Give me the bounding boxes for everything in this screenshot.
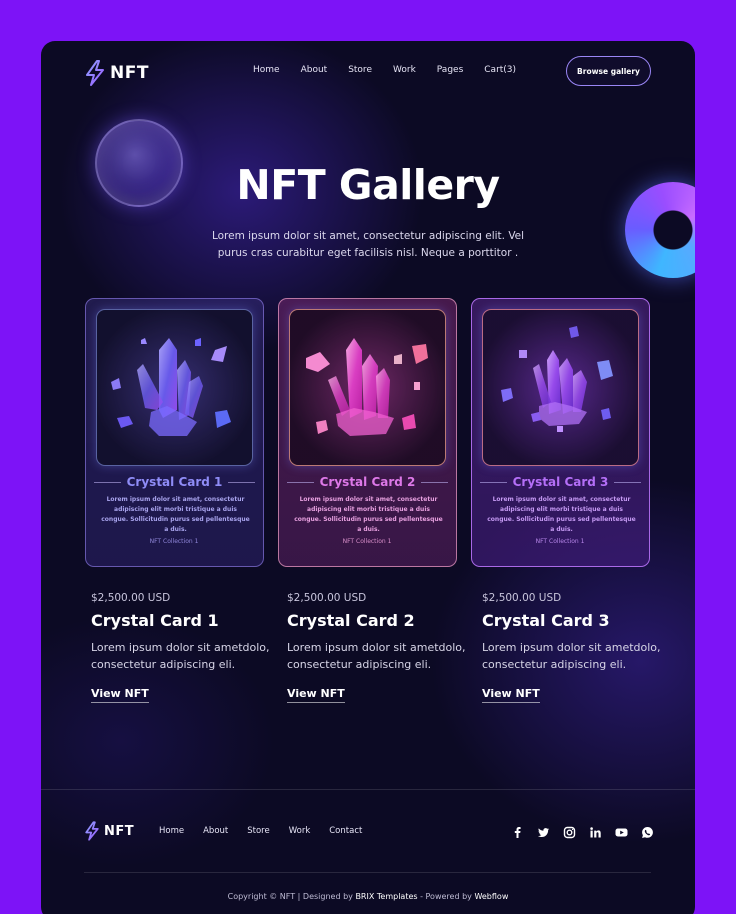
nft-card-1[interactable]: Crystal Card 1 Lorem ipsum dolor sit ame… xyxy=(85,298,264,567)
site-frame: NFT Home About Store Work Pages Cart(3) … xyxy=(41,41,695,914)
card-title-row: Crystal Card 2 xyxy=(287,474,449,490)
blue-crystal-icon xyxy=(111,338,231,436)
designer-link[interactable]: BRIX Templates xyxy=(355,892,417,901)
nav-cart[interactable]: Cart(3) xyxy=(484,65,516,75)
product-name: Crystal Card 1 xyxy=(91,611,219,630)
product-info-2: $2,500.00 USD Crystal Card 2 Lorem ipsum… xyxy=(287,592,467,703)
card-description: Lorem ipsum dolor sit amet, consectetur … xyxy=(294,496,443,533)
card-name: Crystal Card 3 xyxy=(512,475,609,489)
product-name: Crystal Card 2 xyxy=(287,611,415,630)
linkedin-icon[interactable] xyxy=(589,824,602,838)
copyright-prefix: Copyright © NFT | Designed by xyxy=(227,892,356,901)
hero-description: Lorem ipsum dolor sit amet, consectetur … xyxy=(211,230,525,259)
footer-nav-about[interactable]: About xyxy=(203,826,228,836)
lightning-bolt-icon xyxy=(85,821,99,841)
platform-link[interactable]: Webflow xyxy=(474,892,508,901)
card-title-row: Crystal Card 1 xyxy=(94,474,256,490)
footer-divider xyxy=(41,789,695,790)
nav-pages[interactable]: Pages xyxy=(437,65,463,75)
nft-card-3[interactable]: Crystal Card 3 Lorem ipsum dolor sit ame… xyxy=(471,298,650,567)
facebook-icon[interactable] xyxy=(511,824,524,838)
view-nft-link[interactable]: View NFT xyxy=(91,687,149,703)
product-price: $2,500.00 USD xyxy=(287,592,367,604)
footer-nav-work[interactable]: Work xyxy=(289,826,311,836)
header-logo[interactable]: NFT xyxy=(84,60,149,86)
product-price: $2,500.00 USD xyxy=(482,592,562,604)
card-name: Crystal Card 1 xyxy=(126,475,223,489)
twitter-icon[interactable] xyxy=(537,824,550,837)
card-collection: NFT Collection 1 xyxy=(342,538,392,545)
footer-nav-home[interactable]: Home xyxy=(159,826,184,836)
browse-gallery-button[interactable]: Browse gallery xyxy=(566,56,651,86)
nav-about[interactable]: About xyxy=(301,65,328,75)
footer-bottom-divider xyxy=(84,872,651,873)
product-info-1: $2,500.00 USD Crystal Card 1 Lorem ipsum… xyxy=(91,592,271,703)
whatsapp-icon[interactable] xyxy=(641,824,654,838)
crystal-image-1 xyxy=(96,309,253,466)
card-name: Crystal Card 2 xyxy=(319,475,416,489)
nav-store[interactable]: Store xyxy=(348,65,372,75)
product-description: Lorem ipsum dolor sit ametdolo, consecte… xyxy=(287,641,466,671)
product-description: Lorem ipsum dolor sit ametdolo, consecte… xyxy=(91,641,270,671)
main-nav: Home About Store Work Pages Cart(3) xyxy=(253,65,537,75)
lightning-bolt-icon xyxy=(86,60,104,86)
footer-nav-store[interactable]: Store xyxy=(247,826,269,836)
nav-work[interactable]: Work xyxy=(393,65,416,75)
product-info-3: $2,500.00 USD Crystal Card 3 Lorem ipsum… xyxy=(482,592,662,703)
nft-card-2[interactable]: Crystal Card 2 Lorem ipsum dolor sit ame… xyxy=(278,298,457,567)
crystal-image-2 xyxy=(289,309,446,466)
card-description: Lorem ipsum dolor sit amet, consectetur … xyxy=(487,496,636,533)
view-nft-link[interactable]: View NFT xyxy=(287,687,345,703)
crystal-image-3 xyxy=(482,309,639,466)
pink-crystal-icon xyxy=(306,338,428,436)
purple-crystal-icon xyxy=(501,326,613,432)
product-price: $2,500.00 USD xyxy=(91,592,171,604)
footer-nav-contact[interactable]: Contact xyxy=(329,826,362,836)
card-collection: NFT Collection 1 xyxy=(149,538,199,545)
view-nft-link[interactable]: View NFT xyxy=(482,687,540,703)
card-description: Lorem ipsum dolor sit amet, consectetur … xyxy=(101,496,250,533)
logo-text: NFT xyxy=(110,63,149,83)
card-title-row: Crystal Card 3 xyxy=(480,474,642,490)
powered-prefix: - Powered by xyxy=(417,892,475,901)
page-title: NFT Gallery xyxy=(236,161,500,209)
copyright-text: Copyright © NFT | Designed by BRIX Templ… xyxy=(41,892,695,901)
footer-logo[interactable]: NFT xyxy=(84,821,134,841)
card-collection: NFT Collection 1 xyxy=(535,538,585,545)
nav-home[interactable]: Home xyxy=(253,65,280,75)
youtube-icon[interactable] xyxy=(615,824,628,837)
footer-nav: Home About Store Work Contact xyxy=(159,826,381,836)
product-name: Crystal Card 3 xyxy=(482,611,610,630)
product-description: Lorem ipsum dolor sit ametdolo, consecte… xyxy=(482,641,661,671)
social-links xyxy=(511,824,654,839)
instagram-icon[interactable] xyxy=(563,824,576,839)
logo-text: NFT xyxy=(104,823,135,839)
